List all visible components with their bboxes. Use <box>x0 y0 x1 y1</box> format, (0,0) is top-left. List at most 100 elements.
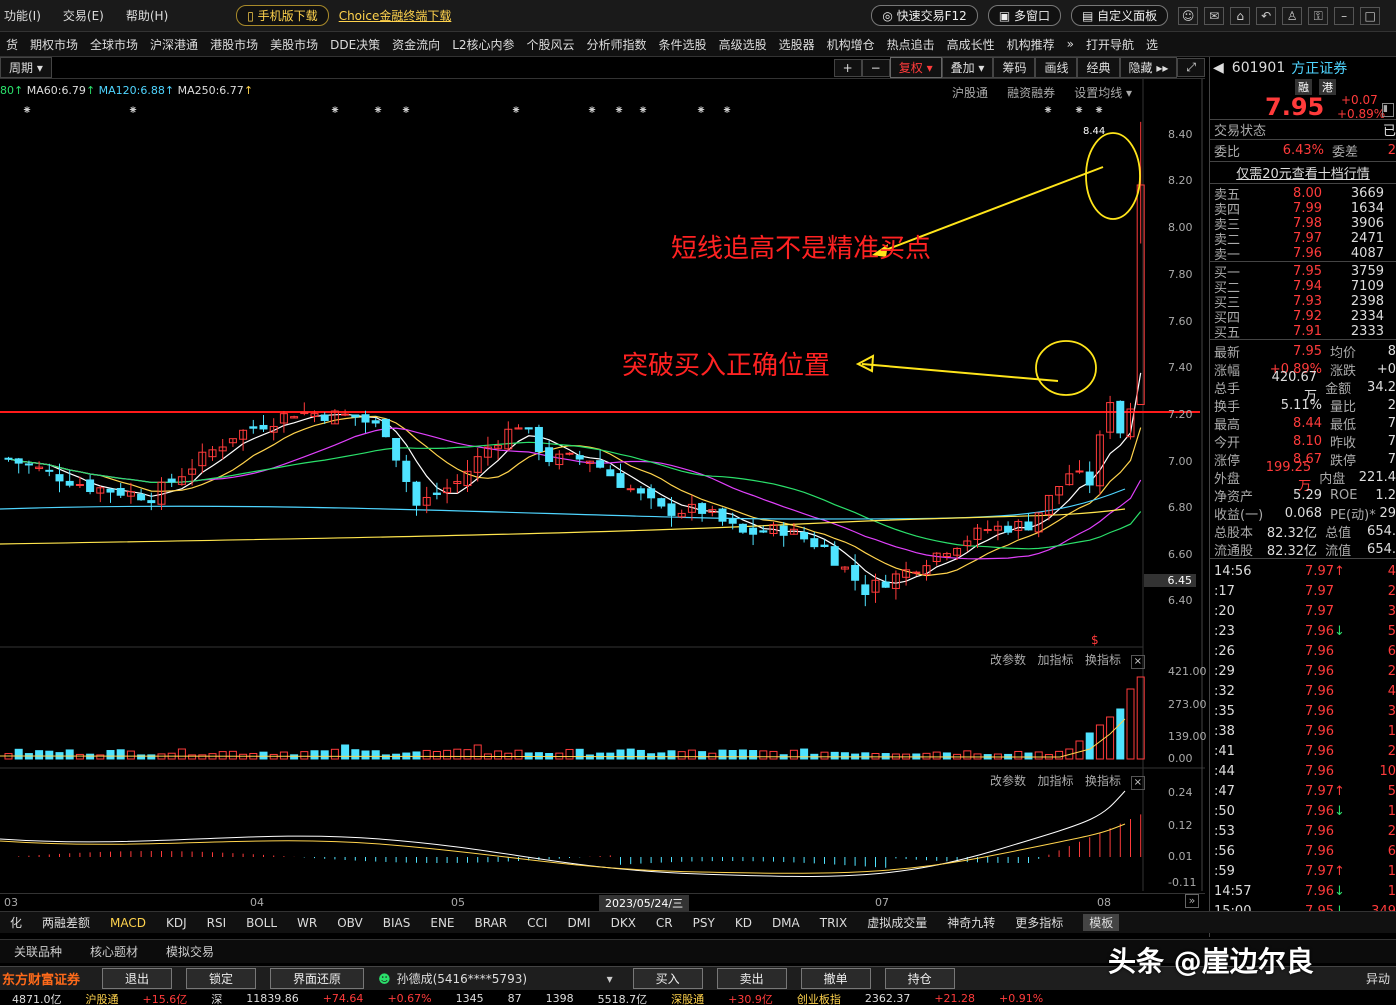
hgt-link[interactable]: 沪股通 <box>952 86 988 100</box>
macd-tick: 0.24 <box>1168 786 1193 799</box>
nav-item[interactable]: 期权市场 <box>30 36 78 53</box>
indicator-tab[interactable]: 虚拟成交量 <box>867 914 927 931</box>
close-icon[interactable]: × <box>1130 776 1145 790</box>
indicator-tab[interactable]: RSI <box>207 916 227 930</box>
period-select[interactable]: 周期 ▾ <box>0 57 52 78</box>
sell-button[interactable]: 卖出 <box>716 968 787 989</box>
lock-icon[interactable]: ⚿ <box>1308 6 1329 25</box>
nav-more[interactable]: » <box>1067 37 1074 51</box>
volume-bar <box>432 751 441 760</box>
menu-help[interactable]: 帮助(H) <box>126 7 168 24</box>
tab-theme[interactable]: 核心题材 <box>90 943 138 960</box>
fuquan-select[interactable]: 复权 ▾ <box>889 57 942 78</box>
zoom-in-button[interactable]: + <box>833 58 862 77</box>
minimize-icon[interactable]: – <box>1334 6 1355 25</box>
nav-item[interactable]: DDE决策 <box>330 36 380 53</box>
user-icon[interactable]: ☺ <box>1178 6 1199 25</box>
nav-item[interactable]: 热点追击 <box>887 36 935 53</box>
indicator-tab[interactable]: TRIX <box>820 916 847 930</box>
indicator-tab[interactable]: 神奇九转 <box>947 914 995 931</box>
indicator-tab[interactable]: 更多指标 <box>1015 914 1063 931</box>
nav-item[interactable]: 货 <box>6 36 18 53</box>
rzrq-link[interactable]: 融资融券 <box>1007 86 1055 100</box>
nav-item[interactable]: 个股风云 <box>527 36 575 53</box>
nav-item[interactable]: 资金流向 <box>392 36 440 53</box>
indicator-tab[interactable]: WR <box>297 916 317 930</box>
nav-item[interactable]: 高成长性 <box>947 36 995 53</box>
indicator-tab[interactable]: 化 <box>10 914 22 931</box>
zoom-out-button[interactable]: − <box>861 58 890 77</box>
nav-item[interactable]: 高级选股 <box>719 36 767 53</box>
indicator-tab[interactable]: CCI <box>527 916 547 930</box>
add-indicator-link[interactable]: 加指标 <box>1037 653 1073 667</box>
exit-button[interactable]: 退出 <box>102 968 173 989</box>
nav-item[interactable]: 沪深港通 <box>150 36 198 53</box>
switch-indicator-link[interactable]: 换指标 <box>1085 774 1121 788</box>
nav-item[interactable]: 选 <box>1146 36 1158 53</box>
nav-item[interactable]: 全球市场 <box>90 36 138 53</box>
indicator-tab[interactable]: 模板 <box>1083 914 1120 931</box>
jingdian-button[interactable]: 经典 <box>1077 57 1120 78</box>
indicator-tab[interactable]: CR <box>656 916 673 930</box>
kline-chart[interactable]: ⁕ ⁕ ⁕ ⁕ ⁕ ⁕ ⁕ ⁕ ⁕ ⁕ ⁕ ⁕ ⁕ ⁕ $ <box>0 79 1205 891</box>
indicator-tab[interactable]: MACD <box>110 916 146 930</box>
nav-item[interactable]: 机构增仓 <box>827 36 875 53</box>
nav-item[interactable]: 条件选股 <box>659 36 707 53</box>
nav-item[interactable]: 机构推荐 <box>1007 36 1055 53</box>
maximize-icon[interactable]: □ <box>1360 6 1381 25</box>
alert-label[interactable]: 异动 <box>1366 970 1390 987</box>
overlay-select[interactable]: 叠加 ▾ <box>941 57 994 78</box>
restore-button[interactable]: 界面还原 <box>270 968 365 989</box>
cancel-order-button[interactable]: 撤单 <box>800 968 871 989</box>
huaxian-button[interactable]: 画线 <box>1035 57 1078 78</box>
switch-indicator-link[interactable]: 换指标 <box>1085 653 1121 667</box>
position-button[interactable]: 持仓 <box>884 968 955 989</box>
nav-item[interactable]: 分析师指数 <box>587 36 647 53</box>
indicator-tab[interactable]: ENE <box>430 916 454 930</box>
change-param-link[interactable]: 改参数 <box>990 774 1026 788</box>
mail-icon[interactable]: ✉ <box>1204 6 1225 25</box>
level10-promo[interactable]: 仅需20元查看十档行情 <box>1210 161 1396 183</box>
yincang-button[interactable]: 隐藏 ▸▸ <box>1119 57 1178 78</box>
menu-func[interactable]: 功能(I) <box>4 7 41 24</box>
lock-button[interactable]: 锁定 <box>186 968 257 989</box>
indicator-tab[interactable]: 两融差额 <box>42 914 90 931</box>
chouma-button[interactable]: 筹码 <box>993 57 1036 78</box>
open-nav[interactable]: 打开导航 <box>1086 36 1134 53</box>
indicator-tab[interactable]: KD <box>735 916 752 930</box>
custom-board-button[interactable]: ▤ 自定义面板 <box>1071 5 1169 26</box>
buy-button[interactable]: 买入 <box>632 968 703 989</box>
indicator-tab[interactable]: DKX <box>611 916 636 930</box>
indicator-tab[interactable]: BOLL <box>246 916 277 930</box>
multi-window-button[interactable]: ▣ 多窗口 <box>987 5 1061 26</box>
indicator-tab[interactable]: PSY <box>693 916 715 930</box>
indicator-tab[interactable]: DMI <box>567 916 590 930</box>
menu-trade[interactable]: 交易(E) <box>63 7 104 24</box>
fast-trade-button[interactable]: ◎ 快速交易F12 <box>871 5 978 26</box>
collapse-icon[interactable]: ◀ <box>1213 60 1224 76</box>
set-ma-link[interactable]: 设置均线 <box>1074 86 1122 100</box>
indicator-tab[interactable]: OBV <box>337 916 363 930</box>
indicator-tab[interactable]: KDJ <box>166 916 187 930</box>
scroll-right-icon[interactable]: » <box>1185 894 1199 908</box>
nav-item[interactable]: 美股市场 <box>270 36 318 53</box>
nav-item[interactable]: 港股市场 <box>210 36 258 53</box>
chevron-down-icon[interactable]: ▾ <box>607 972 613 986</box>
close-icon[interactable]: × <box>1130 655 1145 669</box>
nav-item[interactable]: 选股器 <box>779 36 815 53</box>
tab-related[interactable]: 关联品种 <box>14 943 62 960</box>
fullscreen-icon[interactable]: ⤢ <box>1177 58 1205 77</box>
back-icon[interactable]: ↶ <box>1256 6 1277 25</box>
indicator-tab[interactable]: BIAS <box>383 916 411 930</box>
add-indicator-link[interactable]: 加指标 <box>1037 774 1073 788</box>
indicator-tab[interactable]: BRAR <box>475 916 508 930</box>
nav-item[interactable]: L2核心内参 <box>452 36 514 53</box>
indicator-tab[interactable]: DMA <box>772 916 800 930</box>
choice-download-link[interactable]: Choice金融终端下载 <box>339 7 452 24</box>
shirt-icon[interactable]: ♙ <box>1282 6 1303 25</box>
tab-simulate[interactable]: 模拟交易 <box>166 943 214 960</box>
home-icon[interactable]: ⌂ <box>1230 6 1251 25</box>
scroll-indicator[interactable]: ▮ <box>1382 103 1394 117</box>
mobile-download-button[interactable]: ▯ 手机版下载 <box>236 5 329 26</box>
change-param-link[interactable]: 改参数 <box>990 653 1026 667</box>
